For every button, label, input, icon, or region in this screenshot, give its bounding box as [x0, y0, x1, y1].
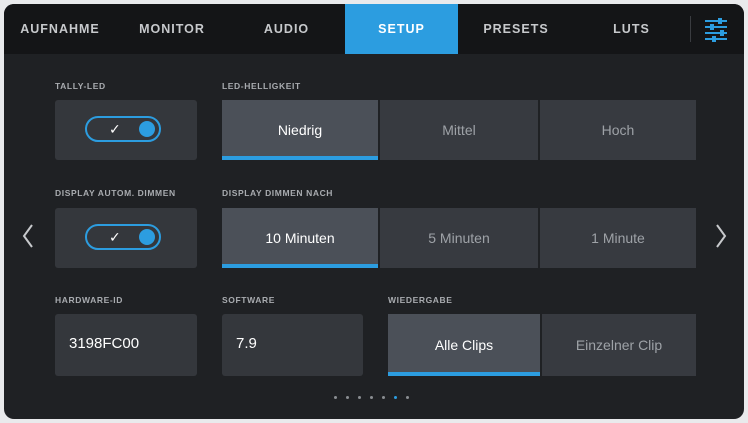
playback-label: WIEDERGABE — [388, 295, 453, 305]
tally-led-toggle-box[interactable]: ✓ — [55, 100, 197, 160]
tab-audio[interactable]: AUDIO — [228, 4, 345, 54]
tally-led-toggle[interactable]: ✓ — [85, 116, 161, 142]
dim-after-option-10-min[interactable]: 10 Minuten — [222, 208, 378, 268]
chevron-right-icon[interactable] — [714, 222, 728, 250]
page-dot[interactable] — [382, 396, 385, 399]
led-brightness-option-medium[interactable]: Mittel — [380, 100, 538, 160]
page-dot[interactable] — [334, 396, 337, 399]
hardware-id-label: HARDWARE-ID — [55, 295, 123, 305]
software-value: 7.9 — [236, 335, 257, 352]
tab-luts[interactable]: LUTS — [574, 4, 689, 54]
tab-aufnahme[interactable]: AUFNAHME — [4, 4, 116, 54]
tab-setup[interactable]: SETUP — [345, 4, 458, 54]
hardware-id-value: 3198FC00 — [69, 335, 140, 352]
tab-monitor[interactable]: MONITOR — [116, 4, 228, 54]
playback-option-single-clip[interactable]: Einzelner Clip — [542, 314, 696, 376]
led-brightness-option-low[interactable]: Niedrig — [222, 100, 378, 160]
page-dot[interactable] — [370, 396, 373, 399]
display-dim-after-label: DISPLAY DIMMEN NACH — [222, 188, 334, 198]
page-dot[interactable] — [346, 396, 349, 399]
tally-led-label: TALLY-LED — [55, 81, 106, 91]
tab-separator — [690, 16, 691, 42]
display-auto-dim-toggle-box[interactable]: ✓ — [55, 208, 197, 268]
led-brightness-option-high[interactable]: Hoch — [540, 100, 696, 160]
toggle-knob — [139, 121, 155, 137]
sliders-icon[interactable] — [702, 16, 730, 42]
led-brightness-label: LED-HELLIGKEIT — [222, 81, 301, 91]
page-dot[interactable] — [406, 396, 409, 399]
hardware-id-box: 3198FC00 — [55, 314, 197, 376]
software-label: SOFTWARE — [222, 295, 275, 305]
page-dot-active[interactable] — [394, 396, 397, 399]
tab-presets[interactable]: PRESETS — [458, 4, 574, 54]
camera-setup-screen: AUFNAHME MONITOR AUDIO SETUP PRESETS LUT… — [4, 4, 744, 419]
check-icon: ✓ — [109, 121, 121, 137]
check-icon: ✓ — [109, 229, 121, 245]
chevron-left-icon[interactable] — [21, 222, 35, 250]
software-box: 7.9 — [222, 314, 363, 376]
display-auto-dim-toggle[interactable]: ✓ — [85, 224, 161, 250]
display-auto-dim-label: DISPLAY AUTOM. DIMMEN — [55, 188, 176, 198]
tab-bar: AUFNAHME MONITOR AUDIO SETUP PRESETS LUT… — [4, 4, 744, 54]
toggle-knob — [139, 229, 155, 245]
page-dot[interactable] — [358, 396, 361, 399]
playback-option-all-clips[interactable]: Alle Clips — [388, 314, 540, 376]
dim-after-option-5-min[interactable]: 5 Minuten — [380, 208, 538, 268]
dim-after-option-1-min[interactable]: 1 Minute — [540, 208, 696, 268]
